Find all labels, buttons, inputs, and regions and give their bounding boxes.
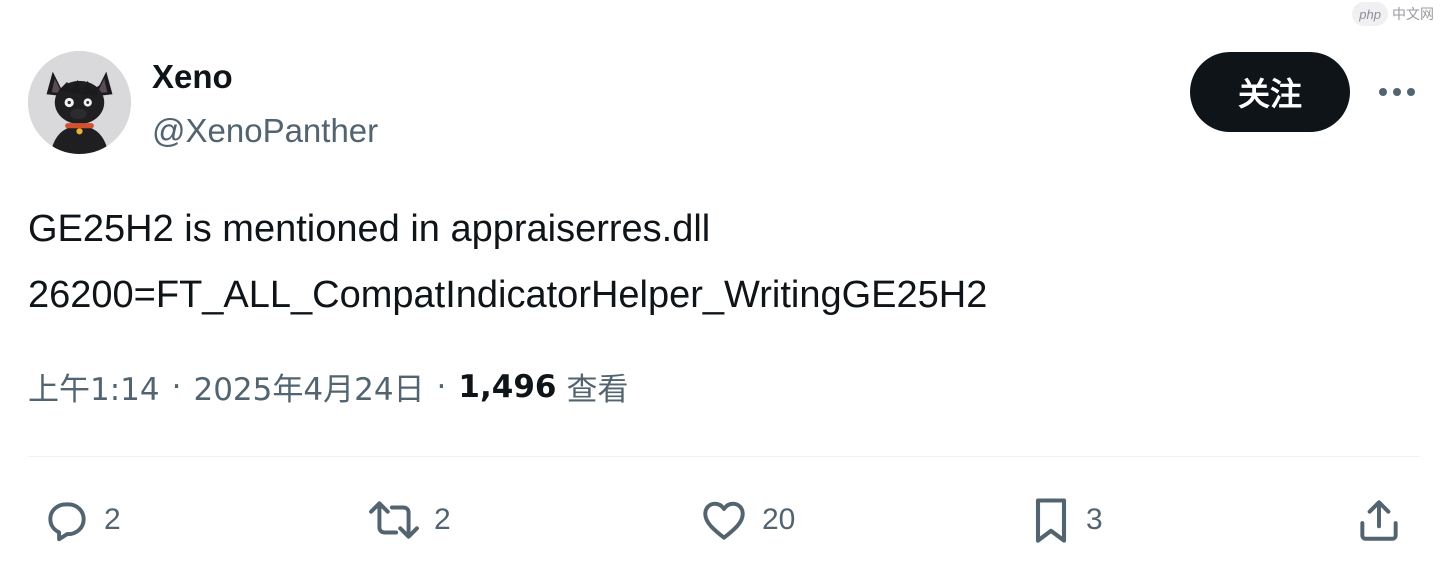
author-name[interactable]: Xeno [152,58,233,96]
watermark-text: 中文网 [1392,7,1434,23]
watermark-logo: php [1352,2,1388,26]
tweet-date[interactable]: 2025年4月24日 [193,364,424,409]
views-label: 查看 [566,372,629,408]
meta-separator: · [436,368,447,405]
tweet-line: 26200=FT_ALL_CompatIndicatorHelper_Writi… [28,274,988,316]
divider [28,456,1420,457]
author-handle[interactable]: @XenoPanther [152,112,378,150]
tweet-meta: 上午1:14 · 2025年4月24日 · 1,496 查看 [28,364,628,409]
avatar[interactable] [28,51,131,154]
retweet-icon [369,501,419,539]
share-button[interactable] [1354,494,1404,546]
bookmark-count: 3 [1086,503,1103,536]
tweet-time[interactable]: 上午1:14 [28,364,160,409]
heart-icon [703,501,745,540]
more-options-button[interactable] [1372,72,1422,112]
retweet-button[interactable]: 2 [366,494,451,546]
reply-bubble-icon [48,502,86,542]
like-button[interactable]: 20 [698,494,795,546]
follow-button[interactable]: 关注 [1190,52,1350,132]
more-horizontal-icon [1379,88,1415,96]
views-count: 1,496 [458,368,557,405]
bookmark-button[interactable]: 3 [1028,494,1103,546]
tweet-text: GE25H2 is mentioned in appraiserres.dll … [28,196,1408,328]
retweet-count: 2 [434,503,451,536]
site-watermark: php 中文网 [1352,2,1434,26]
meta-separator: · [171,368,182,405]
reply-count: 2 [104,503,121,536]
share-upload-icon [1360,500,1398,541]
like-count: 20 [762,503,796,536]
reply-button[interactable]: 2 [42,494,121,546]
bookmark-icon [1035,498,1067,543]
tweet-line: GE25H2 is mentioned in appraiserres.dll [28,208,711,250]
black-cat-avatar-icon [28,51,131,154]
